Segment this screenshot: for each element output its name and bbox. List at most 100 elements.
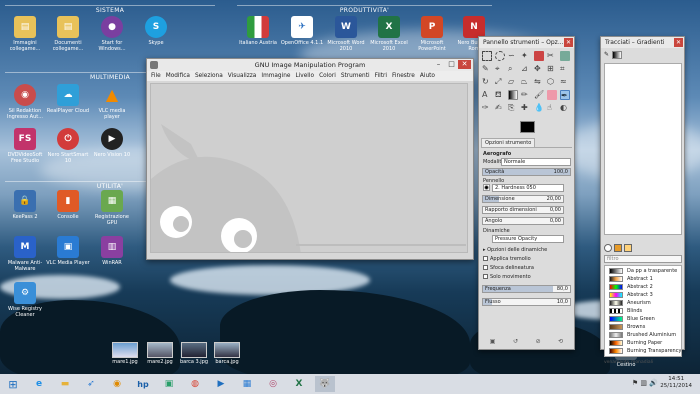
clone-icon[interactable]: ⎘ [508,103,518,113]
toolbox-panel[interactable]: Pannello strumenti – Opz... ✕ ∽ ✦ ✂ ✎ ⌖ … [478,36,575,350]
taskbar-hp[interactable]: hp [133,376,153,392]
close-icon[interactable]: ✕ [564,38,573,47]
desktop-icon-keepass[interactable]: 🔒 KeePass 2 [3,190,47,220]
dynamics-options-expander[interactable]: ▸ Opzioni delle dinamiche [483,247,547,254]
motion-only-checkbox[interactable]: Solo movimento [483,274,531,281]
airbrush-icon[interactable]: ✒ [560,90,570,100]
window-titlebar[interactable]: GNU Image Manipulation Program – □ ✕ [147,59,473,71]
desktop-icon-word[interactable]: W Microsoft Word 2010 [324,16,368,52]
mode-select[interactable]: Normale [501,158,571,166]
desktop-icon-openoffice[interactable]: ✈ OpenOffice 4.1.1 [280,16,324,46]
filter-input[interactable]: filtro [604,255,682,263]
menu-file[interactable]: File [151,73,161,79]
opacity-slider[interactable]: Opacità 100,0 [482,168,571,176]
rate-slider[interactable]: Frequenza 80,0 [482,285,571,293]
taskbar-excel[interactable]: X [289,376,309,392]
gradients-panel[interactable]: Tracciati – Gradienti ✕ ✎ filtro Da pp a… [600,36,685,365]
lasso-icon[interactable]: ∽ [508,51,518,61]
desktop-icon-nero-startsmart[interactable]: ⏻ Nero StartSmart 10 [46,128,90,164]
blur-icon[interactable]: 💧 [534,103,544,113]
shear-icon[interactable]: ▱ [508,77,518,87]
desktop-icon-redaktion[interactable]: ◉ Sil Redaktion Ingresso Aut... [3,84,47,120]
scale-icon[interactable]: ⤢ [495,77,505,87]
list-item[interactable]: Abstract 3 [609,291,681,299]
desktop-icon-gpu[interactable]: ▦ Registrazione GPU [90,190,134,226]
apply-jitter-checkbox[interactable]: Applica tremolio [483,256,531,263]
gradient-swatch-icon[interactable] [624,244,632,252]
desktop-icon-excel[interactable]: X Microsoft Excel 2010 [367,16,411,52]
taskbar-chrome[interactable]: ◍ [185,376,205,392]
ink-icon[interactable]: ✑ [482,103,492,113]
aspect-ratio-slider[interactable]: Rapporto dimensioni 0,00 [482,206,564,214]
menu-immagine[interactable]: Immagine [261,73,290,79]
move-icon[interactable]: ✥ [534,64,544,74]
flow-slider[interactable]: Flusso 10,0 [482,298,571,306]
ellipse-select-icon[interactable] [495,51,505,61]
foreground-select-icon[interactable] [560,51,570,61]
notification-icon[interactable]: ⚑ [632,379,638,387]
desktop-icon-immagini[interactable]: ▤ Immagini collegame... [3,16,47,52]
measure-icon[interactable]: ⊿ [521,64,531,74]
paths-icon[interactable]: ✎ [482,64,492,74]
angle-slider[interactable]: Angolo 0,00 [482,217,564,225]
desktop-icon-vlc2[interactable]: ▣ VLC Media Player [46,236,90,266]
bucket-fill-icon[interactable]: ⛾ [495,90,505,100]
eraser-icon[interactable] [547,90,557,100]
paths-tab-icon[interactable]: ✎ [604,51,609,61]
cage-icon[interactable]: ⬡ [547,77,557,87]
list-item[interactable]: Blue Green [609,315,681,323]
desktop-icon-powerpoint[interactable]: P Microsoft PowerPoint [410,16,454,52]
panel-titlebar[interactable]: Tracciati – Gradienti ✕ [601,37,684,48]
blend-icon[interactable] [508,90,518,100]
list-item[interactable]: Da pp a trasparente [609,267,681,275]
menu-aiuto[interactable]: Aiuto [420,73,435,79]
radio-icon[interactable] [604,244,612,252]
close-icon[interactable]: ✕ [458,60,471,69]
taskbar-ie[interactable]: e [29,376,49,392]
zoom-icon[interactable]: ⌕ [508,64,518,74]
flip-icon[interactable]: ⇋ [534,77,544,87]
taskbar-app[interactable]: ➶ [81,376,101,392]
list-item[interactable]: Abstract 2 [609,283,681,291]
dynamics-field[interactable]: Pressure Opacity [492,235,564,243]
file-thumbnail[interactable] [112,342,138,358]
color-picker-icon[interactable]: ⌖ [495,64,505,74]
list-item[interactable]: Aneurism [609,299,681,307]
desktop-icon-tor[interactable]: ● Start for Windows... [90,16,134,52]
desktop-icon-winrar[interactable]: ▥ WinRAR [90,236,134,266]
file-thumbnail[interactable] [214,342,240,358]
menu-filtri[interactable]: Filtri [375,73,387,79]
menu-seleziona[interactable]: Seleziona [195,73,223,79]
desktop-icon-wise-registry[interactable]: ⚙ Wise Registry Cleaner [3,282,47,318]
warp-icon[interactable]: ≈ [560,77,570,87]
align-icon[interactable]: ⊞ [547,64,557,74]
desktop-icon-freestudio[interactable]: FS DVDVideoSoft Free Studio [3,128,47,164]
list-item[interactable]: Burning Transparency [609,347,681,355]
taskbar-store[interactable]: ▦ [237,376,257,392]
file-thumbnail[interactable] [181,342,207,358]
menu-colori[interactable]: Colori [319,73,336,79]
size-slider[interactable]: Dimensione 20,00 [482,195,564,203]
taskbar-monitor[interactable]: ▣ [159,376,179,392]
file-thumbnail[interactable] [147,342,173,358]
paintbrush-icon[interactable]: 🖌 [534,90,544,100]
dodge-burn-icon[interactable]: ◐ [560,103,570,113]
taskbar-gimp[interactable]: 🐺 [315,376,335,392]
smooth-stroke-checkbox[interactable]: Sfoca delineatura [483,265,534,272]
list-item[interactable]: Abstract 1 [609,275,681,283]
color-select-icon[interactable] [534,51,544,61]
crop-icon[interactable]: ⌗ [560,64,570,74]
rotate-icon[interactable]: ↻ [482,77,492,87]
desktop-icon-nero-vision[interactable]: ▶ Nero Vision 10 [90,128,134,158]
canvas-area[interactable] [150,83,468,253]
desktop-icon-skype[interactable]: S Skype [134,16,178,46]
network-icon[interactable]: ▥ [640,379,647,387]
gradients-tab-icon[interactable] [612,51,623,59]
taskbar-explorer[interactable]: ▬ [55,376,75,392]
perspective-icon[interactable]: ⏢ [521,77,531,87]
menu-modifica[interactable]: Modifica [166,73,190,79]
delete-icon[interactable]: ⊘ [536,338,541,346]
mypaint-brush-icon[interactable]: ✍ [495,103,505,113]
foreground-color-swatch[interactable] [520,121,535,133]
menu-visualizza[interactable]: Visualizza [228,73,257,79]
